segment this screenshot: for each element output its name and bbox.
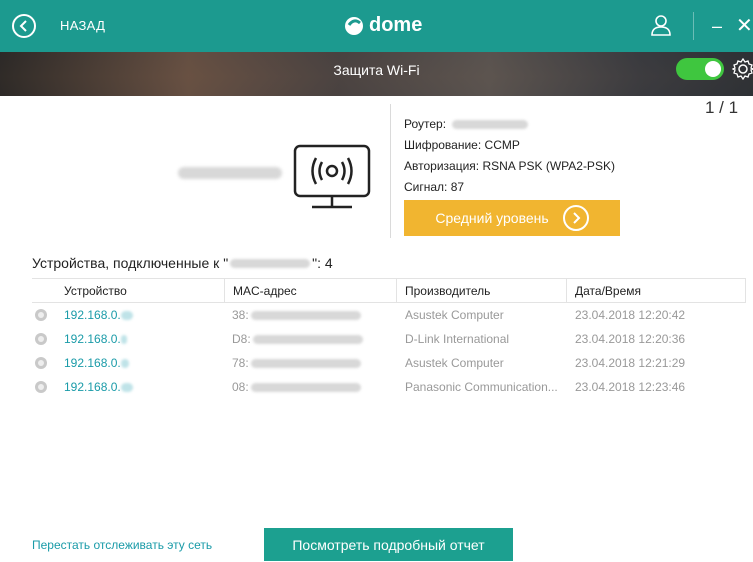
chevron-right-icon [562, 205, 589, 231]
device-mac: D8: [224, 327, 396, 351]
router-row: Роутер: [404, 114, 615, 135]
encryption-label: Шифрование: [404, 138, 482, 152]
top-bar: НАЗАД dome – ✕ Защита Wi-Fi [0, 0, 753, 96]
router-label: Роутер: [404, 117, 447, 131]
device-ip-text: 192.168.0. [64, 356, 121, 370]
device-mac: 08: [224, 375, 396, 399]
table-row[interactable]: 192.168.0. 08: Panasonic Communication..… [32, 375, 746, 399]
security-level-button[interactable]: Средний уровень [404, 200, 620, 236]
devices-title-suffix: ": 4 [312, 255, 333, 271]
device-mac: 78: [224, 351, 396, 375]
device-ip[interactable]: 192.168.0. [54, 351, 224, 375]
router-name-redacted [452, 120, 529, 129]
device-vendor: Asustek Computer [405, 308, 504, 322]
encryption-row: Шифрование: CCMP [404, 135, 615, 156]
device-datetime: 23.04.2018 12:20:36 [575, 332, 686, 346]
device-icon [35, 333, 47, 345]
device-datetime: 23.04.2018 12:21:29 [575, 356, 686, 370]
mac-redacted [250, 382, 361, 392]
ip-redacted [120, 310, 133, 320]
router-info: Роутер: Шифрование: CCMP Авторизация: RS… [404, 114, 615, 198]
encryption-value: CCMP [484, 138, 520, 152]
device-ip[interactable]: 192.168.0. [54, 327, 224, 351]
dome-logo-icon [345, 17, 363, 35]
auth-label: Авторизация: [404, 159, 480, 173]
mac-redacted [252, 334, 363, 344]
user-icon[interactable] [650, 14, 672, 36]
ip-redacted [120, 334, 127, 344]
device-mac: 38: [224, 303, 396, 327]
table-row[interactable]: 192.168.0. 38: Asustek Computer 23.04.20… [32, 303, 746, 327]
col-vendor[interactable]: Производитель [396, 279, 566, 302]
device-datetime: 23.04.2018 12:23:46 [575, 380, 686, 394]
device-ip[interactable]: 192.168.0. [54, 375, 224, 399]
device-mac-text: D8: [232, 332, 251, 346]
back-button[interactable] [12, 14, 36, 38]
device-vendor: D-Link International [405, 332, 510, 346]
mac-redacted [250, 358, 361, 368]
back-label[interactable]: НАЗАД [60, 18, 105, 33]
device-icon [35, 357, 47, 369]
device-mac-text: 78: [232, 356, 249, 370]
mac-redacted [250, 310, 361, 320]
device-icon [35, 309, 47, 321]
device-mac-text: 08: [232, 380, 249, 394]
info-divider [390, 104, 391, 238]
security-level-label: Средний уровень [435, 210, 549, 226]
table-row[interactable]: 192.168.0. D8: D-Link International 23.0… [32, 327, 746, 351]
dome-logo: dome [343, 12, 422, 38]
ip-redacted [120, 358, 129, 368]
devices-title-prefix: Устройства, подключенные к " [32, 255, 229, 271]
auth-value: RSNA PSK (WPA2-PSK) [482, 159, 615, 173]
col-datetime[interactable]: Дата/Время [566, 279, 746, 302]
device-ip-text: 192.168.0. [64, 332, 121, 346]
toggle-knob [705, 61, 721, 77]
device-icon-cell [32, 375, 54, 399]
device-datetime: 23.04.2018 12:20:42 [575, 308, 686, 322]
signal-row: Сигнал: 87 [404, 177, 615, 198]
col-device[interactable]: Устройство [54, 279, 224, 302]
stop-monitoring-link[interactable]: Перестать отслеживать эту сеть [32, 538, 212, 552]
router-icon [293, 144, 371, 209]
device-icon-cell [32, 327, 54, 351]
section-title: Защита Wi-Fi [333, 62, 420, 78]
network-name-redacted-inline [230, 258, 311, 268]
detailed-report-button[interactable]: Посмотреть подробный отчет [264, 528, 513, 561]
header-separator [693, 12, 694, 40]
device-ip-text: 192.168.0. [64, 380, 121, 394]
device-icon [35, 381, 47, 393]
network-name-redacted [178, 167, 282, 179]
device-mac-text: 38: [232, 308, 249, 322]
device-vendor: Panasonic Communication... [405, 380, 558, 394]
gear-icon[interactable] [732, 58, 753, 80]
chevron-left-icon [19, 20, 27, 32]
network-pager: 1 / 1 [705, 98, 739, 117]
ip-redacted [120, 382, 133, 392]
table-row[interactable]: 192.168.0. 78: Asustek Computer 23.04.20… [32, 351, 746, 375]
auth-row: Авторизация: RSNA PSK (WPA2-PSK) [404, 156, 615, 177]
logo-text: dome [369, 13, 423, 36]
header-icon-col [32, 279, 54, 302]
device-ip-text: 192.168.0. [64, 308, 121, 322]
device-icon-cell [32, 351, 54, 375]
minimize-button[interactable]: – [712, 16, 722, 37]
devices-table: Устройство MAC-адрес Производитель Дата/… [32, 278, 746, 399]
device-vendor: Asustek Computer [405, 356, 504, 370]
close-button[interactable]: ✕ [736, 13, 753, 38]
table-header: Устройство MAC-адрес Производитель Дата/… [32, 278, 746, 303]
device-icon-cell [32, 303, 54, 327]
devices-title: Устройства, подключенные к " ": 4 [32, 255, 333, 271]
device-ip[interactable]: 192.168.0. [54, 303, 224, 327]
signal-label: Сигнал: [404, 180, 448, 194]
col-mac[interactable]: MAC-адрес [224, 279, 396, 302]
signal-value: 87 [450, 180, 465, 194]
wifi-protection-toggle[interactable] [676, 58, 724, 80]
